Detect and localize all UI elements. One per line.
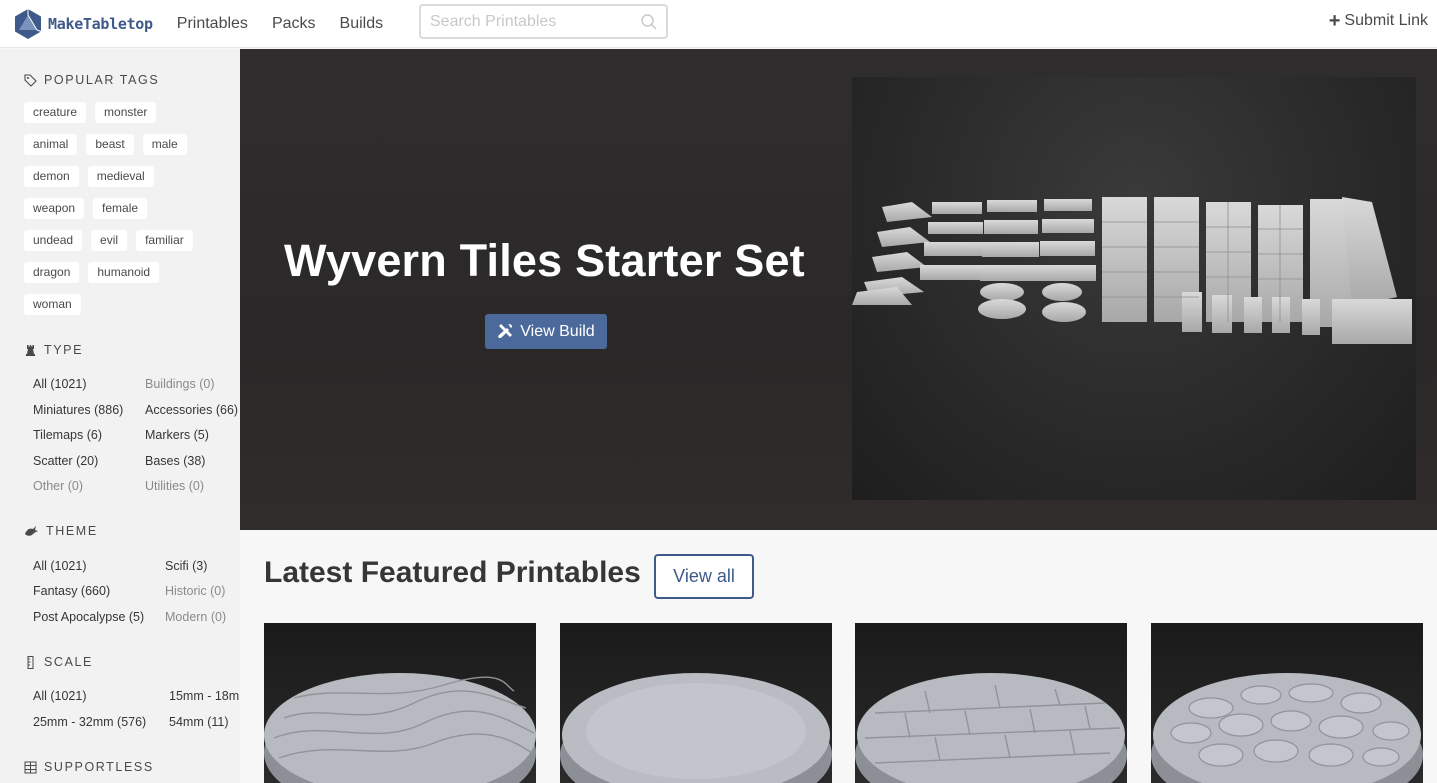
type-bases[interactable]: Bases (38) (145, 454, 205, 468)
scale-54mm[interactable]: 54mm (11) (169, 715, 229, 729)
tag-weapon[interactable]: weapon (24, 198, 85, 219)
tag-medieval[interactable]: medieval (87, 166, 154, 187)
tag-male[interactable]: male (142, 134, 187, 155)
theme-modern[interactable]: Modern (0) (165, 610, 226, 624)
tag-dragon[interactable]: dragon (24, 262, 80, 283)
tag-animal[interactable]: animal (24, 134, 78, 155)
submit-link-button[interactable]: + Submit Link (1328, 10, 1428, 32)
type-other[interactable]: Other (0) (33, 479, 83, 493)
featured-card-cobblestone-base[interactable] (1151, 623, 1423, 783)
top-navbar: MakeTabletop Printables Packs Builds + S… (0, 0, 1437, 48)
search-icon[interactable] (640, 13, 658, 31)
tag-beast[interactable]: beast (86, 134, 134, 155)
theme-all[interactable]: All (1021) (33, 559, 87, 573)
tools-icon (498, 324, 513, 338)
theme-heading: THEME (24, 524, 98, 538)
featured-title: Latest Featured Printables (264, 556, 641, 589)
type-scatter[interactable]: Scatter (20) (33, 454, 98, 468)
tag-woman[interactable]: woman (24, 294, 81, 315)
tag-creature[interactable]: creature (24, 102, 87, 123)
plus-icon: + (1328, 10, 1341, 32)
wood-plank-base-image (264, 673, 536, 783)
view-all-button[interactable]: View all (654, 554, 754, 599)
submit-link-label: Submit Link (1344, 12, 1428, 29)
theme-historic[interactable]: Historic (0) (165, 584, 225, 598)
d20-logo-icon (15, 8, 42, 39)
tag-familiar[interactable]: familiar (136, 230, 193, 251)
theme-post-apocalypse[interactable]: Post Apocalypse (5) (33, 610, 144, 624)
tag-monster[interactable]: monster (95, 102, 157, 123)
ruler-icon (27, 655, 34, 669)
type-all[interactable]: All (1021) (33, 377, 87, 391)
search-box (419, 4, 668, 39)
scale-15-18mm[interactable]: 15mm - 18mm (1 (169, 689, 240, 703)
tiles-render-image (852, 197, 1412, 344)
filter-sidebar: POPULAR TAGS creature monster animal bea… (0, 49, 240, 783)
tag-evil[interactable]: evil (91, 230, 128, 251)
popular-tags-heading: POPULAR TAGS (24, 73, 159, 87)
smooth-base-image (560, 673, 832, 783)
type-heading: TYPE (24, 343, 83, 357)
theme-scifi[interactable]: Scifi (3) (165, 559, 207, 573)
tag-female[interactable]: female (93, 198, 148, 219)
scale-all[interactable]: All (1021) (33, 689, 87, 703)
grid-icon (24, 761, 37, 773)
supportless-heading: SUPPORTLESS (24, 760, 154, 774)
type-markers[interactable]: Markers (5) (145, 428, 209, 442)
view-build-label: View Build (520, 322, 595, 340)
chess-rook-icon (26, 344, 35, 356)
cobblestone-base-image (1151, 673, 1423, 783)
hero-title: Wyvern Tiles Starter Set (284, 235, 805, 286)
scale-25-32mm[interactable]: 25mm - 32mm (576) (33, 715, 146, 729)
featured-card-smooth-base[interactable] (560, 623, 832, 783)
featured-card-wood-base[interactable] (264, 623, 536, 783)
tag-undead[interactable]: undead (24, 230, 83, 251)
view-build-button[interactable]: View Build (485, 314, 607, 349)
flagstone-base-image (855, 673, 1127, 783)
nav-builds[interactable]: Builds (340, 15, 384, 33)
brand-name: MakeTabletop (48, 14, 153, 33)
search-input[interactable] (430, 6, 640, 37)
brand-link[interactable]: MakeTabletop (12, 0, 153, 48)
theme-fantasy[interactable]: Fantasy (660) (33, 584, 110, 598)
type-accessories[interactable]: Accessories (66) (145, 403, 238, 417)
featured-card-flagstone-base[interactable] (855, 623, 1127, 783)
hero-banner: Wyvern Tiles Starter Set View Build (240, 49, 1437, 530)
type-miniatures[interactable]: Miniatures (886) (33, 403, 123, 417)
tag-demon[interactable]: demon (24, 166, 79, 187)
hero-product-image[interactable] (852, 77, 1416, 500)
dragon-icon (25, 525, 38, 536)
type-tilemaps[interactable]: Tilemaps (6) (33, 428, 102, 442)
nav-packs[interactable]: Packs (272, 15, 316, 33)
scale-heading: SCALE (24, 655, 93, 669)
nav-printables[interactable]: Printables (177, 15, 248, 33)
type-buildings[interactable]: Buildings (0) (145, 377, 214, 391)
type-utilities[interactable]: Utilities (0) (145, 479, 204, 493)
popular-tags-list: creature monster animal beast male demon… (24, 102, 224, 326)
tag-humanoid[interactable]: humanoid (88, 262, 160, 283)
tag-icon (24, 73, 37, 87)
